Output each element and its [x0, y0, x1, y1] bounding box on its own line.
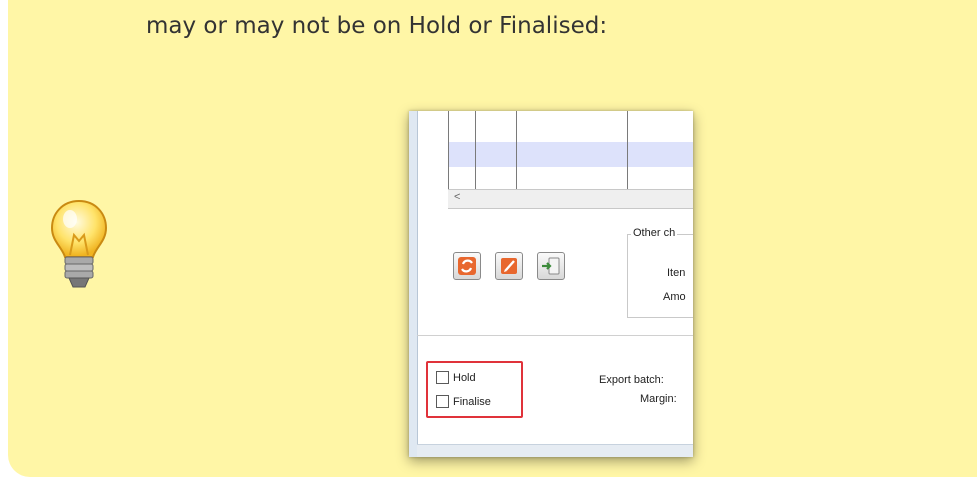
- embedded-screenshot: < Other ch Iten Amo Hold Finalise Export…: [409, 111, 693, 457]
- other-charges-legend: Other ch: [631, 227, 678, 239]
- other-charges-row-label: Iten: [667, 267, 686, 279]
- finalise-checkbox[interactable]: [436, 395, 449, 408]
- scroll-left-arrow[interactable]: <: [454, 191, 460, 203]
- add-button[interactable]: [537, 252, 565, 280]
- selected-grid-row[interactable]: [448, 142, 693, 167]
- grid-column-divider: [475, 111, 476, 189]
- hold-checkbox-row[interactable]: Hold: [436, 371, 476, 384]
- hold-label: Hold: [453, 371, 476, 384]
- edit-icon: [501, 258, 517, 274]
- note-text: may or may not be on Hold or Finalised:: [146, 13, 608, 39]
- refresh-icon: [458, 257, 476, 275]
- finalise-checkbox-row[interactable]: Finalise: [436, 395, 491, 408]
- divider: [417, 335, 693, 336]
- grid-column-divider: [516, 111, 517, 189]
- finalise-label: Finalise: [453, 395, 491, 408]
- window-bottom-edge: [417, 444, 693, 457]
- add-icon: [542, 257, 560, 275]
- grid-column-divider: [448, 111, 449, 189]
- margin-label: Margin:: [640, 393, 677, 405]
- lightbulb-icon: [50, 199, 108, 288]
- horizontal-scrollbar[interactable]: <: [448, 189, 693, 209]
- other-charges-row-label: Amo: [663, 291, 686, 303]
- grid-column-divider: [627, 111, 628, 189]
- highlight-box: [426, 361, 523, 418]
- hold-checkbox[interactable]: [436, 371, 449, 384]
- window-frame: [409, 111, 418, 457]
- refresh-button[interactable]: [453, 252, 481, 280]
- export-batch-label: Export batch:: [599, 374, 664, 386]
- edit-button[interactable]: [495, 252, 523, 280]
